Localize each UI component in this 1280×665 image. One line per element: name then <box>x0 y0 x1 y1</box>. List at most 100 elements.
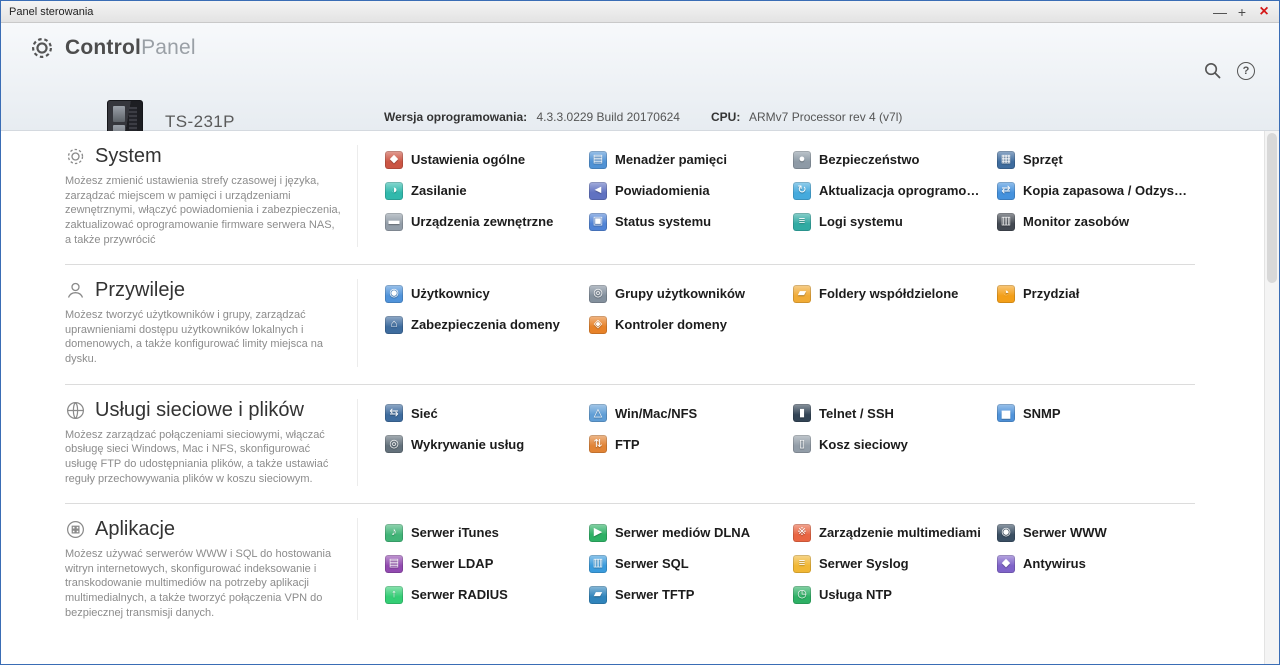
item-telnet-ssh[interactable]: ▮Telnet / SSH <box>793 403 991 424</box>
item-sprzet[interactable]: ▦Sprzęt <box>997 149 1195 170</box>
content-area: SystemMożesz zmienić ustawienia strefy c… <box>1 131 1279 664</box>
control-panel-window: Panel sterowania — + × ControlPanel <box>0 0 1280 665</box>
security-icon: ● <box>793 151 811 169</box>
item-label: Logi systemu <box>819 214 907 229</box>
item-ftp[interactable]: ⇅FTP <box>589 434 787 455</box>
radius-server-icon: ↑ <box>385 586 403 604</box>
applications-section-icon <box>65 519 86 540</box>
item-grupy-uzytkownikow[interactable]: ◎Grupy użytkowników <box>589 283 787 304</box>
item-ustawienia-ogolne[interactable]: ◆Ustawienia ogólne <box>385 149 583 170</box>
network-services-section-icon <box>65 400 86 421</box>
section-title: Przywileje <box>95 279 185 302</box>
network-recycle-bin-icon: ▯ <box>793 435 811 453</box>
scrollbar-thumb[interactable] <box>1267 133 1277 283</box>
item-label: Ustawienia ogólne <box>411 152 529 167</box>
snmp-icon: ▅ <box>997 404 1015 422</box>
system-logs-icon: ≡ <box>793 213 811 231</box>
close-button[interactable]: × <box>1253 2 1275 22</box>
item-label: Serwer Syslog <box>819 556 913 571</box>
item-usluga-ntp[interactable]: ◷ Usługa NTP <box>793 584 991 605</box>
firmware-label: Wersja oprogramowania: <box>384 110 527 124</box>
item-kopia-zapasowa-odzyski[interactable]: ⇄ Kopia zapasowa / Odzyski... <box>997 180 1195 201</box>
section-uslugi-sieciowe-i-plikow: Usługi sieciowe i plikówMożesz zarządzać… <box>65 385 1195 505</box>
item-aktualizacja-oprogramowa[interactable]: ↻Aktualizacja oprogramowa... <box>793 180 991 201</box>
item-urzadzenia-zewnetrzne[interactable]: ▬Urządzenia zewnętrzne <box>385 211 583 232</box>
scrollbar-track[interactable] <box>1264 131 1279 664</box>
item-wykrywanie-uslug[interactable]: ◎Wykrywanie usług <box>385 434 583 455</box>
section-przywileje: PrzywilejeMożesz tworzyć użytkowników i … <box>65 265 1195 385</box>
item-label: Kopia zapasowa / Odzyski... <box>1023 183 1195 198</box>
page-title: ControlPanel <box>65 36 196 60</box>
item-win-mac-nfs[interactable]: △Win/Mac/NFS <box>589 403 787 424</box>
section-system: SystemMożesz zmienić ustawienia strefy c… <box>65 131 1195 265</box>
ftp-icon: ⇅ <box>589 435 607 453</box>
item-menadzer-pamieci[interactable]: ▤ Menadżer pamięci <box>589 149 787 170</box>
item-bezpieczenstwo[interactable]: ●Bezpieczeństwo <box>793 149 991 170</box>
quota-icon: ◔ <box>997 285 1015 303</box>
item-label: Urządzenia zewnętrzne <box>411 214 557 229</box>
item-snmp[interactable]: ▅ SNMP <box>997 403 1195 424</box>
minimize-button[interactable]: — <box>1209 2 1231 22</box>
section-title: System <box>95 145 162 168</box>
syslog-server-icon: ≡ <box>793 555 811 573</box>
item-label: Serwer TFTP <box>615 587 698 602</box>
item-status-systemu[interactable]: ▣Status systemu <box>589 211 787 232</box>
multimedia-management-icon: ※ <box>793 524 811 542</box>
item-serwer-radius[interactable]: ↑ Serwer RADIUS <box>385 584 583 605</box>
item-antywirus[interactable]: ◆Antywirus <box>997 553 1195 574</box>
network-icon: ⇆ <box>385 404 403 422</box>
item-zasilanie[interactable]: ◑Zasilanie <box>385 180 583 201</box>
item-serwer-ldap[interactable]: ▤Serwer LDAP <box>385 553 583 574</box>
help-icon[interactable]: ? <box>1237 62 1255 80</box>
section-info: PrzywilejeMożesz tworzyć użytkowników i … <box>65 279 357 367</box>
storage-manager-icon: ▤ <box>589 151 607 169</box>
titlebar[interactable]: Panel sterowania — + × <box>1 1 1279 23</box>
device-model: TS-231P <box>165 112 235 132</box>
section-aplikacje: AplikacjeMożesz używać serwerów WWW i SQ… <box>65 504 1195 637</box>
item-serwer-tftp[interactable]: ▰Serwer TFTP <box>589 584 787 605</box>
item-serwer-mediow-dlna[interactable]: ▶Serwer mediów DLNA <box>589 522 787 543</box>
item-serwer-itunes[interactable]: ♪Serwer iTunes <box>385 522 583 543</box>
section-info: Usługi sieciowe i plikówMożesz zarządzać… <box>65 399 357 487</box>
item-kontroler-domeny[interactable]: ◈Kontroler domeny <box>589 314 787 335</box>
domain-security-icon: ⌂ <box>385 316 403 334</box>
item-label: Sprzęt <box>1023 152 1067 167</box>
item-uzytkownicy[interactable]: ◉Użytkownicy <box>385 283 583 304</box>
item-zarzadzenie-multimediami[interactable]: ※Zarządzenie multimediami <box>793 522 991 543</box>
control-panel-gear-icon <box>29 35 55 61</box>
item-serwer-www[interactable]: ◉Serwer WWW <box>997 522 1195 543</box>
item-label: Sieć <box>411 406 442 421</box>
item-label: Menadżer pamięci <box>615 152 731 167</box>
item-label: Serwer WWW <box>1023 525 1111 540</box>
page-title-secondary: Panel <box>141 36 196 59</box>
antivirus-icon: ◆ <box>997 555 1015 573</box>
item-label: SNMP <box>1023 406 1065 421</box>
item-logi-systemu[interactable]: ≡ Logi systemu <box>793 211 991 232</box>
ntp-service-icon: ◷ <box>793 586 811 604</box>
item-zabezpieczenia-domeny[interactable]: ⌂Zabezpieczenia domeny <box>385 314 583 335</box>
search-icon[interactable] <box>1203 61 1222 80</box>
item-przydzial[interactable]: ◔ Przydział <box>997 283 1195 304</box>
win-mac-nfs-icon: △ <box>589 404 607 422</box>
item-label: Serwer LDAP <box>411 556 497 571</box>
item-powiadomienia[interactable]: ◄Powiadomienia <box>589 180 787 201</box>
item-label: Przydział <box>1023 286 1083 301</box>
item-label: Serwer mediów DLNA <box>615 525 754 540</box>
item-siec[interactable]: ⇆ Sieć <box>385 403 583 424</box>
item-label: Foldery współdzielone <box>819 286 962 301</box>
window-title: Panel sterowania <box>9 6 1209 18</box>
sections: SystemMożesz zmienić ustawienia strefy c… <box>1 131 1264 637</box>
maximize-button[interactable]: + <box>1231 2 1253 22</box>
item-monitor-zasobow[interactable]: ▥Monitor zasobów <box>997 211 1195 232</box>
section-description: Możesz zarządzać połączeniami sieciowymi… <box>65 428 341 487</box>
item-label: Kosz sieciowy <box>819 437 912 452</box>
item-foldery-wspoldzielone[interactable]: ▰Foldery współdzielone <box>793 283 991 304</box>
item-kosz-sieciowy[interactable]: ▯ Kosz sieciowy <box>793 434 991 455</box>
item-label: Serwer RADIUS <box>411 587 512 602</box>
power-icon: ◑ <box>385 182 403 200</box>
item-serwer-syslog[interactable]: ≡ Serwer Syslog <box>793 553 991 574</box>
item-label: Usługa NTP <box>819 587 896 602</box>
itunes-server-icon: ♪ <box>385 524 403 542</box>
item-serwer-sql[interactable]: ▥Serwer SQL <box>589 553 787 574</box>
backup-restore-icon: ⇄ <box>997 182 1015 200</box>
